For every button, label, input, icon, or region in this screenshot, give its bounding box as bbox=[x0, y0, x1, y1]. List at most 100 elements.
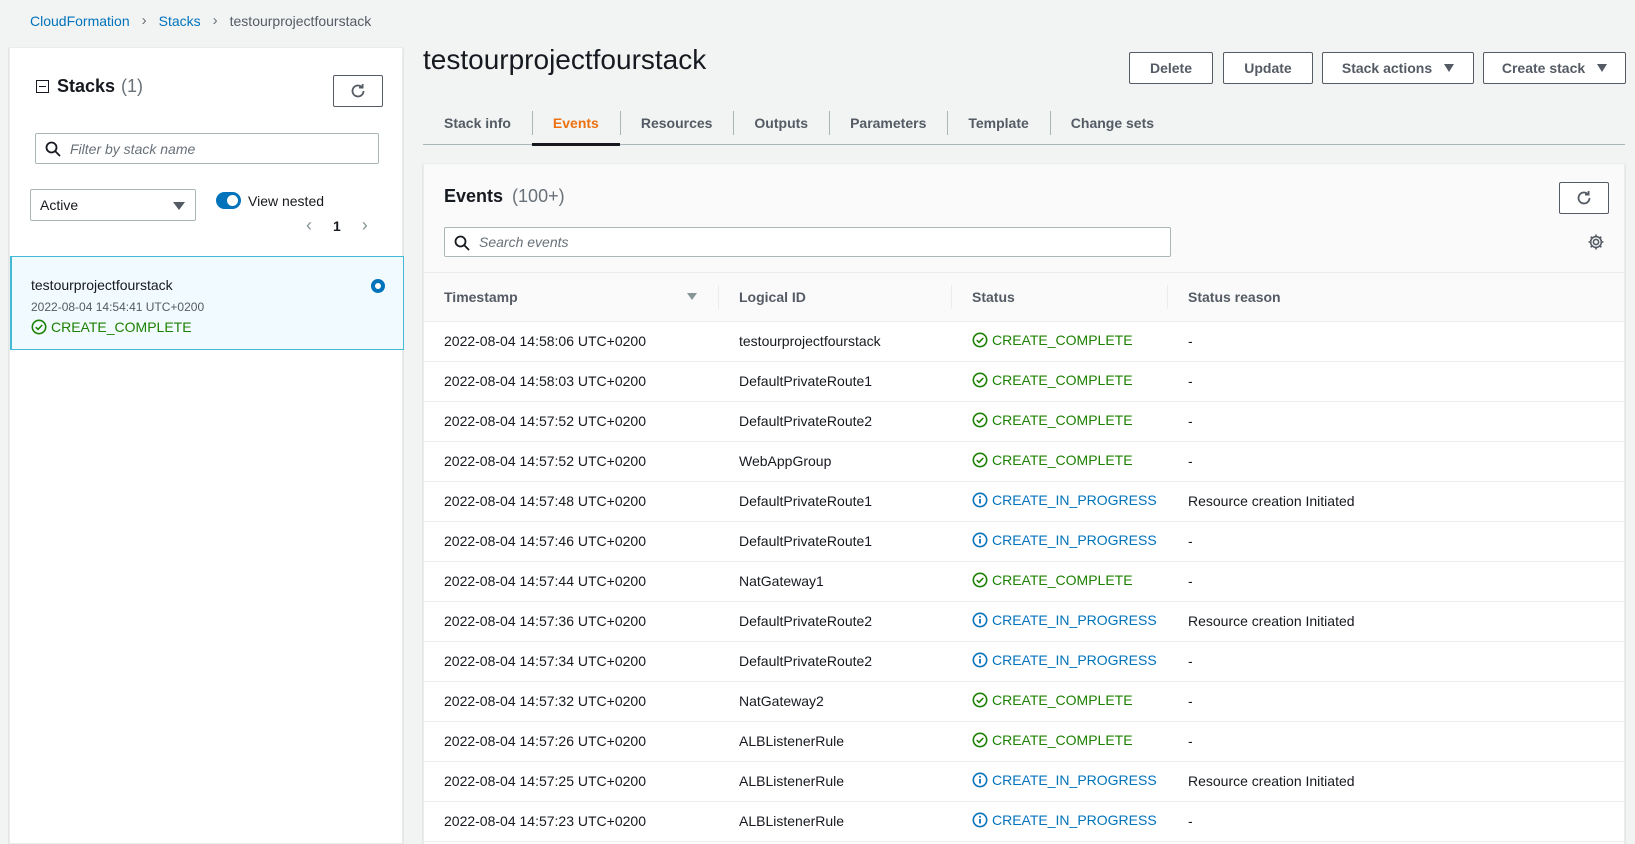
tab-template[interactable]: Template bbox=[947, 101, 1049, 145]
table-row: 2022-08-04 14:57:26 UTC+0200 ALBListenerR… bbox=[424, 721, 1624, 762]
sort-desc-icon[interactable] bbox=[687, 293, 697, 300]
cell-logical-id: DefaultPrivateRoute2 bbox=[719, 401, 952, 442]
col-timestamp[interactable]: Timestamp bbox=[424, 273, 719, 322]
col-status[interactable]: Status bbox=[952, 273, 1168, 322]
cell-timestamp: 2022-08-04 14:57:26 UTC+0200 bbox=[424, 721, 719, 762]
cell-status: CREATE_IN_PROGRESS bbox=[952, 521, 1168, 562]
status-text: CREATE_COMPLETE bbox=[992, 331, 1133, 348]
page-number[interactable]: 1 bbox=[333, 218, 341, 234]
status-badge: CREATE_IN_PROGRESS bbox=[972, 532, 1157, 548]
status-badge: CREATE_COMPLETE bbox=[972, 372, 1133, 388]
cell-timestamp: 2022-08-04 14:57:44 UTC+0200 bbox=[424, 561, 719, 602]
info-icon bbox=[972, 812, 988, 827]
table-row: 2022-08-04 14:57:23 UTC+0200 ALBListenerR… bbox=[424, 801, 1624, 842]
events-table: Timestamp Logical ID Status Status reaso… bbox=[424, 273, 1624, 842]
success-icon bbox=[972, 572, 988, 587]
cell-logical-id: DefaultPrivateRoute1 bbox=[719, 361, 952, 402]
col-status-reason[interactable]: Status reason bbox=[1168, 273, 1624, 322]
stack-filter-placeholder: Filter by stack name bbox=[70, 140, 196, 157]
cell-timestamp: 2022-08-04 14:58:06 UTC+0200 bbox=[424, 321, 719, 362]
cell-logical-id: NatGateway1 bbox=[719, 561, 952, 602]
cell-status-reason: - bbox=[1168, 721, 1624, 762]
table-row: 2022-08-04 14:57:25 UTC+0200 ALBListenerR… bbox=[424, 761, 1624, 802]
events-refresh-button[interactable] bbox=[1559, 182, 1609, 214]
status-badge: CREATE_COMPLETE bbox=[972, 412, 1133, 428]
tab-outputs[interactable]: Outputs bbox=[733, 101, 829, 145]
status-filter-value: Active bbox=[40, 197, 79, 213]
status-badge: CREATE_IN_PROGRESS bbox=[972, 812, 1157, 828]
stack-actions-label: Stack actions bbox=[1341, 60, 1433, 76]
status-badge: CREATE_COMPLETE bbox=[972, 732, 1133, 748]
tab-stack-info[interactable]: Stack info bbox=[423, 101, 532, 145]
view-nested-toggle[interactable] bbox=[216, 192, 241, 209]
status-text: CREATE_IN_PROGRESS bbox=[992, 651, 1157, 668]
tab-events[interactable]: Events bbox=[531, 101, 620, 146]
cell-status-reason: - bbox=[1168, 401, 1624, 442]
breadcrumb-cloudformation-link[interactable]: CloudFormation bbox=[30, 13, 130, 29]
tab-parameters[interactable]: Parameters bbox=[829, 101, 947, 145]
table-row: 2022-08-04 14:57:36 UTC+0200 DefaultPriva… bbox=[424, 601, 1624, 642]
cell-status: CREATE_COMPLETE bbox=[952, 681, 1168, 722]
delete-button-label: Delete bbox=[1149, 60, 1193, 76]
cell-status-reason: - bbox=[1168, 441, 1624, 482]
table-row: 2022-08-04 14:58:06 UTC+0200 testourproje… bbox=[424, 321, 1624, 362]
status-filter-select[interactable]: Active bbox=[30, 189, 196, 221]
cell-status: CREATE_COMPLETE bbox=[952, 721, 1168, 762]
stack-filter-input[interactable]: Filter by stack name bbox=[35, 133, 379, 164]
caret-down-icon bbox=[1444, 64, 1455, 72]
events-title-text: Events bbox=[444, 186, 504, 206]
cell-timestamp: 2022-08-04 14:57:23 UTC+0200 bbox=[424, 801, 719, 842]
info-icon bbox=[972, 652, 988, 667]
cell-logical-id: ALBListenerRule bbox=[719, 761, 952, 802]
stacks-refresh-button[interactable] bbox=[333, 75, 383, 107]
stack-name: testourprojectfourstack bbox=[31, 277, 173, 293]
events-search-input[interactable]: Search events bbox=[444, 227, 1171, 257]
cell-timestamp: 2022-08-04 14:57:52 UTC+0200 bbox=[424, 401, 719, 442]
tab-change-sets[interactable]: Change sets bbox=[1049, 101, 1175, 145]
breadcrumb-stacks-link[interactable]: Stacks bbox=[159, 13, 201, 29]
success-icon bbox=[972, 732, 988, 747]
events-count: (100+) bbox=[512, 186, 565, 206]
events-title: Events (100+) bbox=[444, 186, 565, 207]
stack-status: CREATE_COMPLETE bbox=[31, 319, 192, 335]
success-icon bbox=[972, 692, 988, 707]
events-panel: Events (100+) Search events Timestamp Lo… bbox=[423, 163, 1625, 844]
cell-status: CREATE_COMPLETE bbox=[952, 321, 1168, 362]
col-logical-id[interactable]: Logical ID bbox=[719, 273, 952, 322]
cell-status: CREATE_COMPLETE bbox=[952, 361, 1168, 402]
stack-actions-button[interactable]: Stack actions bbox=[1322, 52, 1474, 84]
delete-button[interactable]: Delete bbox=[1129, 52, 1213, 84]
table-row: 2022-08-04 14:57:48 UTC+0200 DefaultPriva… bbox=[424, 481, 1624, 522]
cell-logical-id: ALBListenerRule bbox=[719, 801, 952, 842]
events-header: Events (100+) Search events bbox=[424, 164, 1624, 273]
caret-down-icon bbox=[173, 202, 185, 210]
page-title: testourprojectfourstack bbox=[423, 44, 707, 75]
refresh-icon bbox=[351, 84, 365, 98]
chevron-right-icon: › bbox=[212, 12, 218, 29]
status-text: CREATE_IN_PROGRESS bbox=[992, 491, 1157, 508]
status-text: CREATE_IN_PROGRESS bbox=[992, 771, 1157, 788]
cell-status: CREATE_IN_PROGRESS bbox=[952, 481, 1168, 522]
table-row: 2022-08-04 14:57:52 UTC+0200 DefaultPriva… bbox=[424, 401, 1624, 442]
tab-resources[interactable]: Resources bbox=[619, 101, 734, 145]
stack-list-item[interactable]: testourprojectfourstack 2022-08-04 14:54… bbox=[10, 256, 404, 350]
create-stack-label: Create stack bbox=[1501, 60, 1586, 76]
cell-logical-id: testourprojectfourstack bbox=[719, 321, 952, 362]
cell-status-reason: - bbox=[1168, 801, 1624, 842]
chevron-right-icon[interactable]: › bbox=[362, 215, 368, 236]
collapse-icon[interactable] bbox=[36, 80, 49, 93]
search-icon bbox=[45, 141, 61, 157]
gear-icon[interactable] bbox=[1587, 233, 1605, 251]
stacks-panel: Stacks (1) Filter by stack name Active V… bbox=[9, 47, 404, 844]
success-icon bbox=[972, 412, 988, 427]
status-badge: CREATE_IN_PROGRESS bbox=[972, 772, 1157, 788]
success-icon bbox=[972, 332, 988, 347]
chevron-left-icon[interactable]: ‹ bbox=[306, 215, 312, 236]
table-row: 2022-08-04 14:57:52 UTC+0200 WebAppGroup C… bbox=[424, 441, 1624, 482]
stack-radio-selected[interactable] bbox=[371, 279, 385, 293]
cell-timestamp: 2022-08-04 14:58:03 UTC+0200 bbox=[424, 361, 719, 402]
update-button[interactable]: Update bbox=[1223, 52, 1313, 84]
status-text: CREATE_IN_PROGRESS bbox=[992, 611, 1157, 628]
create-stack-button[interactable]: Create stack bbox=[1483, 52, 1626, 84]
col-status-label: Status bbox=[972, 288, 1015, 305]
